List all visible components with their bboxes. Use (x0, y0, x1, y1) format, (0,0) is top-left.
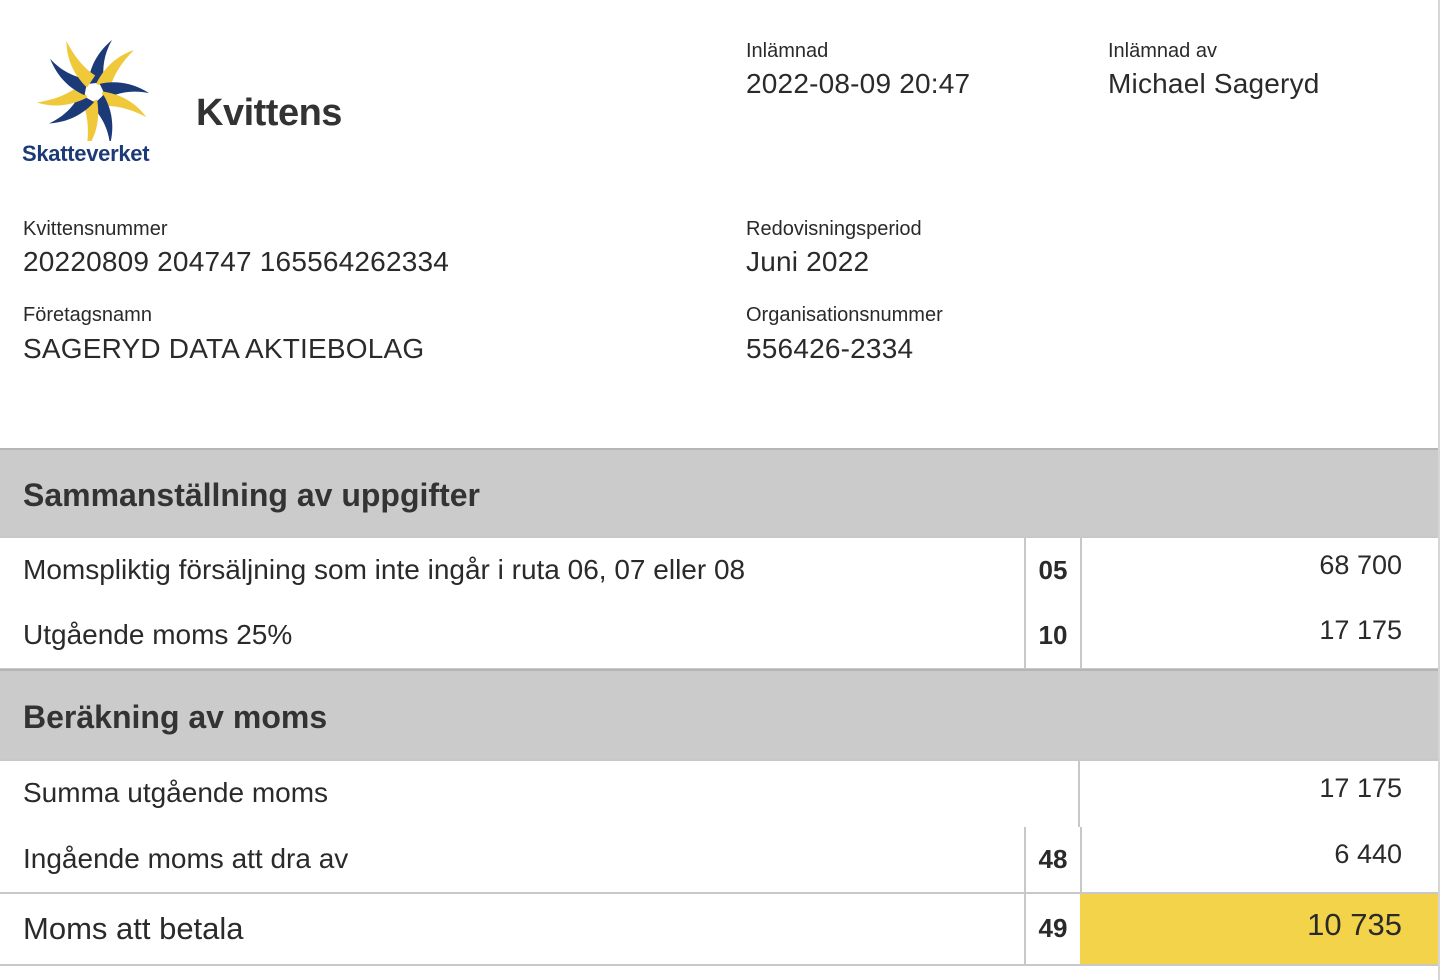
total-amount-cell: 10 735 (1080, 894, 1438, 964)
table-row: Utgående moms 25% 10 17 175 (0, 603, 1438, 670)
amount-cell: 17 175 (1080, 603, 1438, 668)
amount-cell: 17 175 (1080, 761, 1438, 827)
submitted-by-label: Inlämnad av (1108, 40, 1217, 62)
amount-value: 6 440 (1334, 839, 1402, 869)
swirl-logo-icon (36, 40, 150, 141)
summary-section-header: Sammanställning av uppgifter (0, 448, 1438, 536)
receipt-number-value: 20220809 204747 165564262334 (23, 246, 450, 277)
box-code: 05 (1024, 538, 1082, 603)
table-row: Summa utgående moms 17 175 (0, 759, 1438, 829)
row-label: Summa utgående moms (23, 777, 329, 808)
table-row: Momspliktig försäljning som inte ingår i… (0, 536, 1438, 605)
total-label: Moms att betala (23, 911, 244, 946)
org-number-value: 556426-2334 (746, 333, 914, 364)
submitted-by-value: Michael Sageryd (1108, 68, 1320, 99)
period-label: Redovisningsperiod (746, 218, 922, 240)
total-amount-value: 10 735 (1307, 907, 1402, 942)
box-code: 10 (1024, 603, 1082, 668)
row-label: Momspliktig försäljning som inte ingår i… (23, 554, 746, 585)
summary-heading: Sammanställning av uppgifter (23, 477, 480, 513)
row-label: Utgående moms 25% (23, 619, 293, 650)
submitted-label: Inlämnad (746, 40, 829, 62)
org-number-label: Organisationsnummer (746, 304, 943, 326)
box-code: 48 (1024, 827, 1082, 892)
skatteverket-logo: Skatteverket (22, 36, 167, 166)
amount-value: 17 175 (1319, 773, 1402, 803)
receipt-number-label: Kvittensnummer (23, 218, 168, 240)
amount-value: 68 700 (1319, 550, 1402, 580)
submitted-value: 2022-08-09 20:47 (746, 68, 971, 99)
company-name-label: Företagsnamn (23, 304, 152, 326)
calculation-section-header: Beräkning av moms (0, 669, 1438, 759)
amount-cell: 68 700 (1080, 538, 1438, 603)
amount-value: 17 175 (1319, 615, 1402, 645)
page-edge (1438, 0, 1440, 980)
company-name-value: SAGERYD DATA AKTIEBOLAG (23, 333, 425, 364)
amount-cell: 6 440 (1080, 827, 1438, 892)
page-title: Kvittens (196, 92, 342, 134)
box-code: 49 (1024, 894, 1082, 964)
period-value: Juni 2022 (746, 246, 870, 277)
logo-text: Skatteverket (22, 141, 150, 166)
total-row: Moms att betala 49 10 735 (0, 894, 1438, 966)
row-label: Ingående moms att dra av (23, 843, 349, 874)
calculation-heading: Beräkning av moms (23, 699, 328, 735)
table-row: Ingående moms att dra av 48 6 440 (0, 827, 1438, 894)
